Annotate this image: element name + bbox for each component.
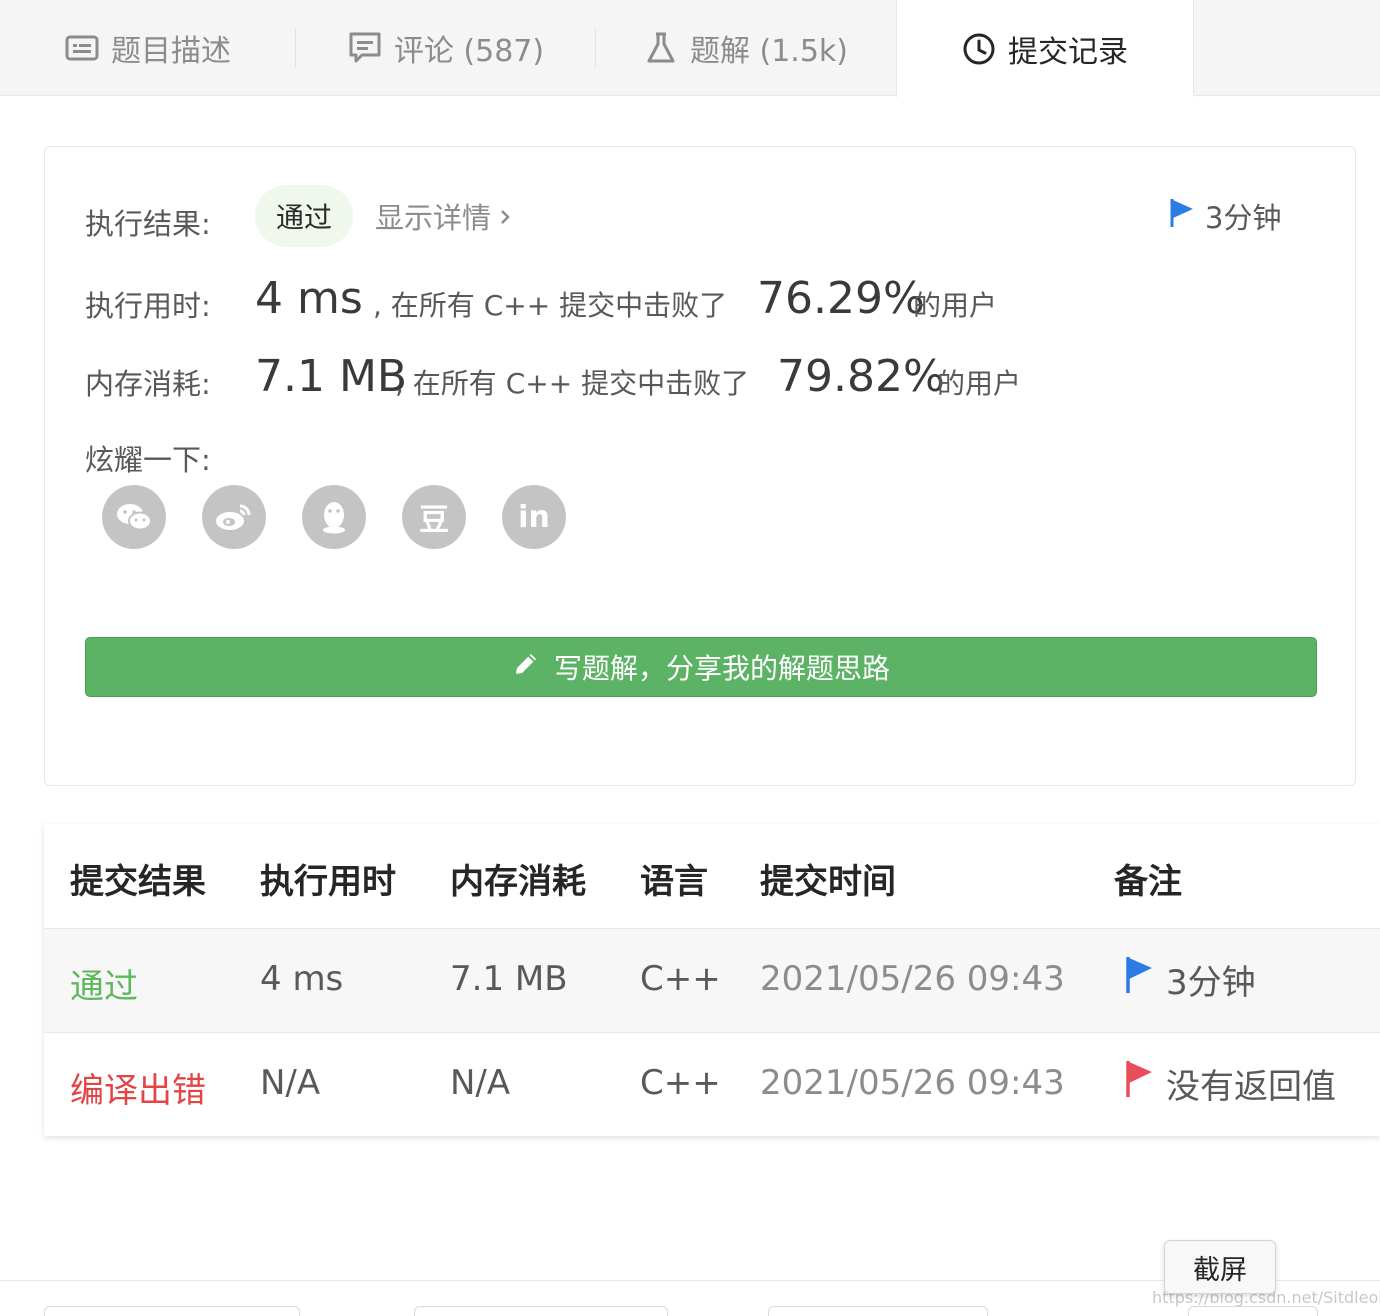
tab-description[interactable]: 题目描述 <box>0 0 296 96</box>
memory-value: 7.1 MB <box>255 351 408 402</box>
runtime-users-text: 的用户 <box>913 289 998 322</box>
clock-icon <box>962 32 996 66</box>
write-solution-button[interactable]: 写题解，分享我的解题思路 <box>85 637 1317 697</box>
memory-percent: 79.82% <box>777 351 945 402</box>
header-memory: 内存消耗 <box>450 862 586 902</box>
submissions-table: 提交结果 执行用时 内存消耗 语言 提交时间 备注 通过 4 ms 7.1 MB… <box>44 824 1380 1136</box>
row-result[interactable]: 编译出错 <box>70 1063 206 1112</box>
elapsed-note: 3分钟 <box>1169 195 1281 237</box>
table-row[interactable]: 编译出错 N/A N/A C++ 2021/05/26 09:43 没有返回值 <box>44 1032 1380 1136</box>
status-badge: 通过 <box>255 185 353 247</box>
description-icon <box>65 31 99 65</box>
pencil-icon <box>512 650 540 685</box>
tab-solutions[interactable]: 题解 (1.5k) <box>596 0 896 96</box>
tab-bar: 题目描述 评论 (587) 题解 (1.5k) 提交记录 <box>0 0 1380 97</box>
tab-label: 提交记录 <box>1008 34 1128 70</box>
header-runtime: 执行用时 <box>260 862 396 902</box>
runtime-value: 4 ms <box>255 273 363 324</box>
flag-icon <box>1169 197 1195 236</box>
douban-icon[interactable]: 豆 <box>402 485 466 549</box>
qq-icon[interactable] <box>302 485 366 549</box>
linkedin-icon[interactable]: in <box>502 485 566 549</box>
runtime-beat-text: , 在所有 C++ 提交中击败了 <box>373 289 728 322</box>
table-header: 提交结果 执行用时 内存消耗 语言 提交时间 备注 <box>44 824 1380 928</box>
runtime-percent: 76.29% <box>757 273 925 324</box>
comment-icon <box>348 31 382 65</box>
runtime-label: 执行用时: <box>85 289 211 323</box>
linkedin-glyph: in <box>518 499 550 535</box>
header-result: 提交结果 <box>70 862 206 902</box>
write-solution-label: 写题解，分享我的解题思路 <box>553 652 890 685</box>
row-time: 2021/05/26 09:43 <box>760 959 1065 999</box>
bottom-button[interactable] <box>44 1306 300 1316</box>
tab-label: 题解 (1.5k) <box>689 34 849 69</box>
show-details-link[interactable]: 显示详情 <box>375 195 511 237</box>
row-note[interactable]: 3分钟 <box>1124 955 1256 1004</box>
elapsed-text: 3分钟 <box>1205 201 1282 235</box>
row-memory: 7.1 MB <box>450 959 568 999</box>
bottom-button[interactable] <box>1188 1306 1318 1316</box>
memory-users-text: 的用户 <box>937 367 1022 400</box>
header-note: 备注 <box>1114 862 1182 902</box>
flask-icon <box>644 31 678 65</box>
tab-label: 题目描述 <box>111 34 231 69</box>
result-label: 执行结果: <box>85 207 211 241</box>
row-time: 2021/05/26 09:43 <box>760 1063 1065 1103</box>
row-note-text: 没有返回值 <box>1166 1067 1336 1107</box>
weibo-icon[interactable] <box>202 485 266 549</box>
show-details-label: 显示详情 <box>375 201 492 235</box>
row-language: C++ <box>640 1063 721 1103</box>
row-note[interactable]: 没有返回值 <box>1124 1059 1336 1108</box>
row-note-text: 3分钟 <box>1166 963 1256 1003</box>
tab-comments[interactable]: 评论 (587) <box>296 0 596 96</box>
row-result[interactable]: 通过 <box>70 959 138 1008</box>
submission-result-card: 执行结果: 通过 显示详情 3分钟 执行用时: 4 ms , 在所有 C++ 提… <box>44 146 1356 786</box>
chevron-right-icon <box>499 199 511 233</box>
row-runtime: 4 ms <box>260 959 344 999</box>
row-language: C++ <box>640 959 721 999</box>
share-label: 炫耀一下: <box>85 443 211 477</box>
row-runtime: N/A <box>260 1063 321 1103</box>
row-memory: N/A <box>450 1063 511 1103</box>
douban-glyph: 豆 <box>419 503 449 538</box>
table-row[interactable]: 通过 4 ms 7.1 MB C++ 2021/05/26 09:43 3分钟 <box>44 928 1380 1032</box>
header-language: 语言 <box>640 862 708 902</box>
flag-icon <box>1124 1059 1154 1108</box>
memory-label: 内存消耗: <box>85 367 211 401</box>
tab-submissions[interactable]: 提交记录 <box>896 0 1194 97</box>
memory-beat-text: , 在所有 C++ 提交中击败了 <box>395 367 750 400</box>
flag-icon <box>1124 955 1154 1004</box>
screenshot-tooltip: 截屏 <box>1164 1240 1276 1294</box>
tab-label: 评论 (587) <box>393 34 545 69</box>
bottom-button[interactable] <box>414 1306 668 1316</box>
wechat-icon[interactable] <box>102 485 166 549</box>
bottom-button[interactable] <box>768 1306 988 1316</box>
header-time: 提交时间 <box>760 862 896 902</box>
